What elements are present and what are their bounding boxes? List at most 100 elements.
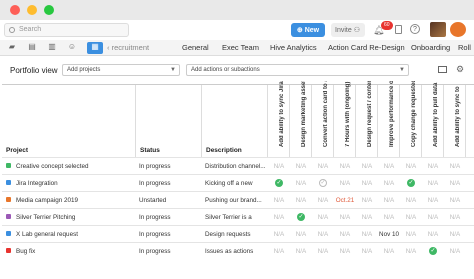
action-na-cell[interactable]: N/A: [400, 192, 422, 209]
people-icon[interactable]: ☺: [64, 42, 80, 54]
tab-general[interactable]: General: [182, 43, 209, 52]
avatar[interactable]: [430, 22, 446, 37]
settings-icon[interactable]: ⚙: [456, 64, 464, 75]
action-na-cell[interactable]: N/A: [356, 158, 378, 175]
table-row[interactable]: Jira Integration In progress Kicking off a…: [2, 174, 474, 191]
action-na-cell[interactable]: N/A: [422, 209, 444, 226]
header-action-column[interactable]: Add ability to pull data: [422, 83, 444, 157]
action-na-cell[interactable]: N/A: [422, 226, 444, 243]
tab-exec-team[interactable]: Exec Team: [222, 43, 259, 52]
action-na-cell[interactable]: N/A: [356, 226, 378, 243]
table-row[interactable]: Silver Terrier Pitching In progress Silver…: [2, 208, 474, 225]
header-status[interactable]: Status: [136, 85, 202, 157]
description-cell[interactable]: Issues as actions: [205, 243, 267, 260]
description-cell[interactable]: Pushing our brand...: [205, 192, 267, 209]
project-cell[interactable]: Bug fix: [2, 243, 136, 260]
table-row[interactable]: Creative concept selected In progress Dist…: [2, 157, 474, 174]
action-status-cell[interactable]: ✓: [422, 243, 444, 260]
action-na-cell[interactable]: N/A: [444, 226, 466, 243]
action-na-cell[interactable]: N/A: [334, 226, 356, 243]
tab-recruitment[interactable]: ‹ recruitment: [107, 43, 149, 52]
action-na-cell[interactable]: N/A: [334, 209, 356, 226]
action-na-cell[interactable]: N/A: [400, 243, 422, 260]
action-status-cell[interactable]: ✓: [400, 175, 422, 192]
status-cell[interactable]: Unstarted: [139, 192, 201, 209]
header-action-column[interactable]: Add ability to sync to: [444, 85, 466, 157]
project-cell[interactable]: Silver Terrier Pitching: [2, 209, 136, 226]
action-na-cell[interactable]: N/A: [400, 158, 422, 175]
action-na-cell[interactable]: N/A: [334, 243, 356, 260]
header-description[interactable]: Description: [202, 85, 268, 157]
search-input[interactable]: Search: [4, 23, 129, 37]
action-na-cell[interactable]: N/A: [334, 175, 356, 192]
header-action-column[interactable]: Add ability to sync Jira: [268, 81, 290, 157]
minimize-window-button[interactable]: [27, 5, 37, 15]
action-na-cell[interactable]: N/A: [444, 243, 466, 260]
table-view-icon[interactable]: ▦: [87, 42, 103, 54]
action-due-date-cell[interactable]: Nov 10: [378, 226, 400, 243]
action-na-cell[interactable]: N/A: [444, 175, 466, 192]
action-na-cell[interactable]: N/A: [444, 209, 466, 226]
action-na-cell[interactable]: N/A: [444, 158, 466, 175]
action-na-cell[interactable]: N/A: [268, 209, 290, 226]
action-na-cell[interactable]: N/A: [444, 192, 466, 209]
action-na-cell[interactable]: N/A: [356, 243, 378, 260]
close-window-button[interactable]: [10, 5, 20, 15]
action-na-cell[interactable]: N/A: [422, 192, 444, 209]
table-row[interactable]: Media campaign 2019 Unstarted Pushing our …: [2, 191, 474, 208]
tab-onboarding[interactable]: Onboarding: [411, 43, 450, 52]
action-status-cell[interactable]: ✓: [290, 209, 312, 226]
action-na-cell[interactable]: N/A: [268, 226, 290, 243]
header-action-column[interactable]: Convert action card to at: [312, 81, 334, 157]
table-row[interactable]: X Lab general request In progress Design r…: [2, 225, 474, 242]
action-na-cell[interactable]: N/A: [290, 192, 312, 209]
action-na-cell[interactable]: N/A: [378, 243, 400, 260]
invite-button[interactable]: Invite ⚇: [331, 23, 365, 37]
action-status-cell[interactable]: ✓: [312, 175, 334, 192]
document-icon[interactable]: [395, 25, 402, 34]
action-na-cell[interactable]: N/A: [378, 158, 400, 175]
action-na-cell[interactable]: N/A: [356, 209, 378, 226]
timeline-icon[interactable]: ▥: [44, 42, 60, 54]
action-due-date-cell[interactable]: Oct.21: [334, 192, 356, 209]
description-cell[interactable]: Distribution channel...: [205, 158, 267, 175]
status-cell[interactable]: In progress: [139, 158, 201, 175]
add-projects-dropdown[interactable]: Add projects ▼: [62, 64, 180, 76]
maximize-window-button[interactable]: [44, 5, 54, 15]
action-na-cell[interactable]: N/A: [312, 209, 334, 226]
tab-roll[interactable]: Roll: [458, 43, 471, 52]
action-na-cell[interactable]: N/A: [312, 158, 334, 175]
header-action-column[interactable]: Improve performance on: [378, 81, 400, 157]
add-actions-dropdown[interactable]: Add actions or subactions ▼: [186, 64, 409, 76]
mail-icon[interactable]: [438, 66, 447, 73]
project-cell[interactable]: Jira Integration: [2, 175, 136, 192]
action-na-cell[interactable]: N/A: [312, 192, 334, 209]
action-na-cell[interactable]: N/A: [312, 226, 334, 243]
status-cell[interactable]: In progress: [139, 243, 201, 260]
action-na-cell[interactable]: N/A: [290, 175, 312, 192]
folder-icon[interactable]: ▰: [4, 42, 20, 54]
header-action-column[interactable]: Design request / content: [356, 81, 378, 157]
user-menu-avatar[interactable]: [450, 22, 466, 37]
status-cell[interactable]: In progress: [139, 175, 201, 192]
header-action-column[interactable]: Design marketing assets: [290, 81, 312, 157]
action-na-cell[interactable]: N/A: [290, 226, 312, 243]
action-na-cell[interactable]: N/A: [356, 175, 378, 192]
header-action-column[interactable]: 7 Hours with (ongoing): [334, 82, 356, 157]
header-action-column[interactable]: Copy change requested: [400, 81, 422, 157]
project-cell[interactable]: Creative concept selected: [2, 158, 136, 175]
description-cell[interactable]: Silver Terrier is a: [205, 209, 267, 226]
action-na-cell[interactable]: N/A: [356, 192, 378, 209]
description-cell[interactable]: Design requests: [205, 226, 267, 243]
action-na-cell[interactable]: N/A: [268, 192, 290, 209]
tab-action-card-redesign[interactable]: Action Card Re-Design: [328, 43, 405, 52]
action-na-cell[interactable]: N/A: [400, 209, 422, 226]
card-view-icon[interactable]: ▤: [24, 42, 40, 54]
action-na-cell[interactable]: N/A: [268, 243, 290, 260]
table-row[interactable]: Bug fix In progress Issues as actions N/A N/…: [2, 242, 474, 259]
action-na-cell[interactable]: N/A: [378, 209, 400, 226]
action-na-cell[interactable]: N/A: [290, 158, 312, 175]
action-na-cell[interactable]: N/A: [400, 226, 422, 243]
action-status-cell[interactable]: ✓: [268, 175, 290, 192]
new-button[interactable]: ⊕ New: [291, 23, 325, 37]
